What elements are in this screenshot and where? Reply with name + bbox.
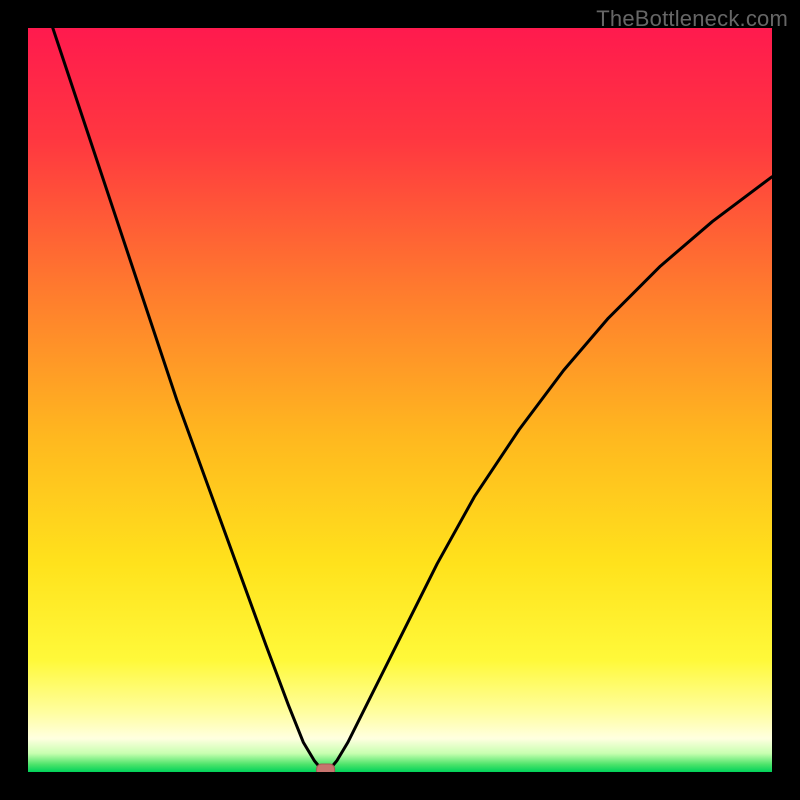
chart-container: TheBottleneck.com xyxy=(0,0,800,800)
plot-area xyxy=(28,28,772,772)
bottleneck-chart xyxy=(28,28,772,772)
watermark-text: TheBottleneck.com xyxy=(596,6,788,32)
optimal-point-marker xyxy=(317,764,335,772)
gradient-background xyxy=(28,28,772,772)
